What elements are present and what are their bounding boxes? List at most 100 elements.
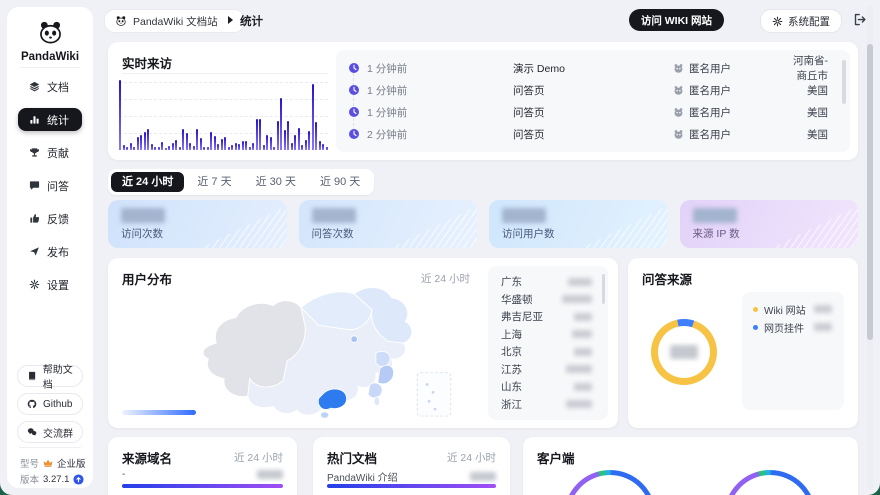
sidebar-link-group[interactable]: 交流群 — [17, 421, 83, 443]
region-row[interactable]: 山东 — [488, 378, 608, 396]
region-row[interactable]: 浙江 — [488, 396, 608, 414]
client-donut-chart[interactable] — [564, 470, 656, 495]
visit-bar — [235, 143, 237, 150]
legend-value-redacted — [814, 323, 832, 331]
visit-bar — [182, 129, 184, 150]
visit-bar — [266, 135, 268, 150]
sidebar-item-qa[interactable]: 问答 — [18, 174, 82, 197]
stat-card-ips[interactable]: 来源 IP 数 — [680, 200, 859, 248]
sidebar-item-contrib[interactable]: 贡献 — [18, 141, 82, 164]
sidebar-item-publish[interactable]: 发布 — [18, 240, 82, 263]
region-row[interactable]: 北京 — [488, 343, 608, 361]
sidebar-item-docs[interactable]: 文档 — [18, 75, 82, 98]
sidebar-item-feedback[interactable]: 反馈 — [18, 207, 82, 230]
sidebar-link-label: 交流群 — [43, 425, 73, 440]
system-config-button[interactable]: 系统配置 — [760, 9, 842, 33]
region-value-redacted — [574, 313, 592, 321]
visit-row[interactable]: 1 分钟前 问答页 匿名用户 美国 — [336, 79, 850, 101]
china-map[interactable] — [118, 282, 480, 420]
region-list-scrollbar[interactable] — [602, 274, 605, 304]
divider — [19, 447, 81, 448]
visit-bar — [238, 144, 240, 150]
visit-bar — [287, 121, 289, 150]
qa-source-donut-chart[interactable] — [651, 319, 717, 385]
visit-list-scrollbar[interactable] — [842, 60, 846, 104]
sidebar-link-help[interactable]: 帮助文档 — [17, 365, 83, 387]
region-name: 江苏 — [501, 362, 522, 377]
client-donut-chart[interactable] — [724, 470, 816, 495]
sidebar-link-label: 帮助文档 — [43, 361, 82, 391]
region-name: 华盛顿 — [501, 292, 533, 307]
divider — [122, 73, 328, 74]
visit-bar — [210, 132, 212, 150]
wechat-icon — [27, 427, 37, 437]
visit-bar — [130, 143, 132, 150]
domains-title: 来源域名 — [122, 448, 172, 467]
app-logo[interactable]: PandaWiki — [7, 19, 93, 63]
region-row[interactable]: 广东 — [488, 273, 608, 291]
sidebar-nav: 文档统计贡献问答反馈发布设置 — [18, 75, 82, 306]
tab-range-3[interactable]: 近 90 天 — [309, 172, 371, 192]
sidebar-item-label: 文档 — [47, 79, 69, 95]
stat-value-redacted — [502, 208, 546, 223]
region-value-redacted — [568, 278, 592, 286]
region-name: 广东 — [501, 274, 522, 289]
user-distribution-card: 用户分布 近 24 小时 广东华盛顿弗吉尼亚上海北京江苏山东 — [108, 258, 618, 428]
visit-bar — [196, 129, 198, 150]
region-row[interactable]: 弗吉尼亚 — [488, 308, 608, 326]
visit-bar — [301, 145, 303, 150]
visit-bar — [207, 147, 209, 150]
visit-bar — [179, 147, 181, 151]
region-value-redacted — [562, 295, 592, 303]
visit-row[interactable]: 1 分钟前 问答页 匿名用户 美国 — [336, 101, 850, 123]
stat-label: 来源 IP 数 — [693, 226, 740, 241]
qa-legend-row[interactable]: 网页挂件 — [742, 318, 844, 336]
qa-legend-row[interactable]: Wiki 网站 — [742, 300, 844, 318]
hot-doc-item-value-redacted — [470, 472, 496, 481]
visit-row[interactable]: 1 分钟前 演示 Demo 匿名用户 河南省-商丘市 — [336, 57, 850, 79]
realtime-bar-chart[interactable] — [119, 80, 328, 150]
clock-icon — [348, 62, 360, 74]
stat-card-users[interactable]: 访问用户数 — [489, 200, 668, 248]
tab-range-2[interactable]: 近 30 天 — [245, 172, 307, 192]
region-row[interactable]: 华盛顿 — [488, 291, 608, 309]
sidebar-item-settings[interactable]: 设置 — [18, 273, 82, 296]
upgrade-icon[interactable] — [73, 474, 84, 485]
sidebar-link-github[interactable]: Github — [17, 393, 83, 415]
breadcrumb[interactable]: PandaWiki 文档站 — [104, 9, 245, 33]
page-scrollbar-thumb[interactable] — [867, 44, 873, 340]
visit-bar — [228, 147, 230, 150]
sidebar-item-stats[interactable]: 统计 — [18, 108, 82, 131]
tab-range-1[interactable]: 近 7 天 — [186, 172, 242, 192]
hot-doc-item-name: PandaWiki 介绍 — [327, 469, 398, 484]
visit-list-panel: 1 分钟前 演示 Demo 匿名用户 河南省-商丘市 1 分钟前 问答页 匿名用… — [336, 50, 850, 152]
visit-bar — [305, 140, 307, 151]
visit-bar — [137, 137, 139, 150]
stat-card-qa-count[interactable]: 问答次数 — [299, 200, 478, 248]
stat-card-visits[interactable]: 访问次数 — [108, 200, 287, 248]
region-row[interactable]: 上海 — [488, 326, 608, 344]
legend-dot-icon — [753, 307, 758, 312]
tab-range-0[interactable]: 近 24 小时 — [111, 172, 184, 192]
visit-row[interactable]: 2 分钟前 问答页 匿名用户 美国 — [336, 123, 850, 145]
realtime-title: 实时来访 — [122, 53, 172, 72]
hot-docs-title: 热门文档 — [327, 448, 377, 467]
visit-wiki-label: 访问 WIKI 网站 — [641, 13, 712, 28]
sidebar-item-label: 贡献 — [47, 145, 69, 161]
logout-icon[interactable] — [853, 12, 868, 27]
panda-user-icon — [673, 85, 684, 96]
stat-label: 访问次数 — [121, 226, 163, 241]
visit-bar — [252, 143, 254, 150]
visit-bar — [326, 147, 328, 151]
panda-user-icon — [673, 107, 684, 118]
visit-location: 美国 — [783, 127, 836, 142]
visit-bar — [193, 146, 195, 150]
sidebar-item-label: 统计 — [47, 112, 69, 128]
region-name: 北京 — [501, 344, 522, 359]
visit-bar — [203, 147, 205, 151]
chat-icon — [29, 180, 40, 191]
visit-time: 2 分钟前 — [367, 127, 513, 142]
visit-bar — [140, 135, 142, 150]
visit-wiki-button[interactable]: 访问 WIKI 网站 — [629, 9, 724, 31]
region-row[interactable]: 江苏 — [488, 361, 608, 379]
